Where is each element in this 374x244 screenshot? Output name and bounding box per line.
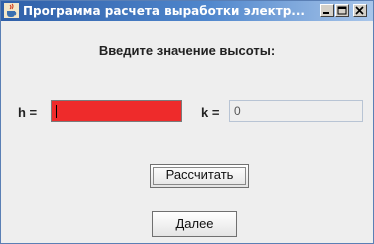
title-bar[interactable]: Программа расчета выработки электр... [1, 1, 373, 21]
app-window: Программа расчета выработки электр... Вв… [0, 0, 374, 244]
close-icon [355, 6, 364, 15]
calculate-button[interactable]: Рассчитать [150, 164, 249, 188]
maximize-button[interactable] [335, 4, 349, 17]
height-prompt: Введите значение высоты: [98, 43, 276, 58]
next-button-label: Далее [175, 216, 214, 231]
window-title: Программа расчета выработки электр... [23, 4, 305, 18]
minimize-icon [323, 12, 329, 14]
k-input[interactable]: 0 [229, 100, 363, 122]
text-caret [56, 105, 57, 119]
h-label: h = [18, 105, 38, 120]
next-button[interactable]: Далее [152, 211, 237, 237]
minimize-button[interactable] [320, 4, 334, 17]
focus-ring [153, 167, 246, 185]
java-cup-icon [4, 3, 19, 18]
maximize-icon [337, 6, 347, 15]
close-button[interactable] [353, 4, 367, 17]
h-input[interactable] [51, 100, 182, 122]
k-label: k = [201, 105, 220, 120]
k-input-value: 0 [234, 104, 241, 118]
